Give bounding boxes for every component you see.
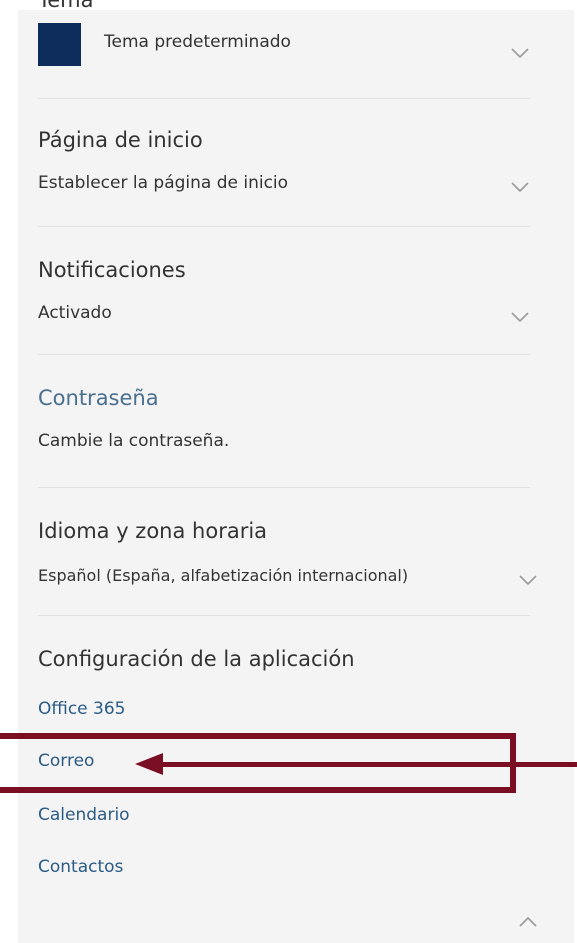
- settings-panel: Tema Tema predeterminado Página de inici…: [18, 0, 574, 943]
- language-value: Español (España, alfabetización internac…: [38, 566, 409, 585]
- notifications-section[interactable]: Notificaciones Activado: [38, 258, 530, 348]
- chevron-down-icon[interactable]: [518, 573, 538, 587]
- language-section[interactable]: Idioma y zona horaria Español (España, a…: [38, 519, 537, 609]
- app-link-office365[interactable]: Office 365: [38, 699, 125, 719]
- chevron-up-icon[interactable]: [518, 915, 538, 929]
- app-link-contactos[interactable]: Contactos: [38, 857, 123, 877]
- homepage-section[interactable]: Página de inicio Establecer la página de…: [38, 128, 530, 218]
- password-value: Cambie la contraseña.: [38, 431, 230, 451]
- divider: [38, 98, 530, 99]
- theme-title: Tema: [38, 0, 94, 12]
- theme-section[interactable]: Tema Tema predeterminado: [38, 0, 530, 98]
- divider: [38, 615, 530, 616]
- theme-color-swatch: [38, 23, 81, 66]
- chevron-down-icon[interactable]: [510, 180, 530, 194]
- divider: [38, 487, 530, 488]
- annotation-arrow-head: [135, 753, 163, 775]
- app-settings-title: Configuración de la aplicación: [38, 647, 355, 671]
- chevron-down-icon[interactable]: [510, 310, 530, 324]
- divider: [38, 226, 530, 227]
- theme-value: Tema predeterminado: [104, 32, 291, 52]
- annotation-arrow-line: [160, 762, 577, 767]
- homepage-value: Establecer la página de inicio: [38, 173, 289, 193]
- chevron-down-icon[interactable]: [510, 46, 530, 60]
- language-title: Idioma y zona horaria: [38, 519, 268, 543]
- notifications-value: Activado: [38, 303, 112, 323]
- divider: [38, 354, 530, 355]
- app-settings-section: Configuración de la aplicación: [38, 647, 530, 677]
- password-section[interactable]: Contraseña Cambie la contraseña.: [38, 386, 530, 476]
- password-title[interactable]: Contraseña: [38, 386, 159, 410]
- notifications-title: Notificaciones: [38, 258, 186, 282]
- app-link-calendario[interactable]: Calendario: [38, 805, 130, 825]
- homepage-title: Página de inicio: [38, 128, 203, 152]
